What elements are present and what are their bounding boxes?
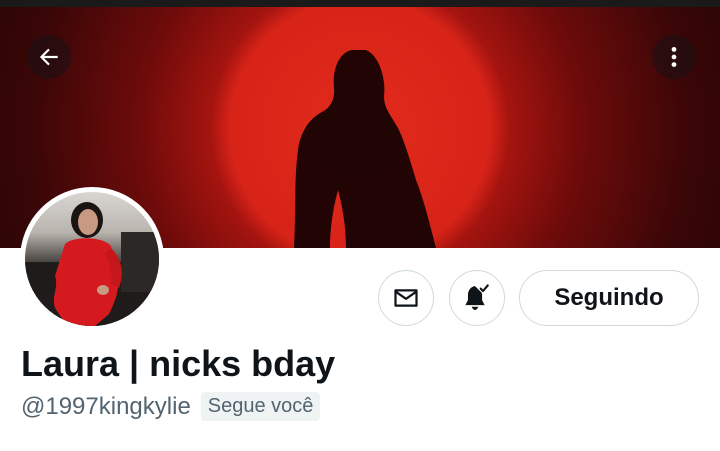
avatar-photo [25, 192, 159, 326]
back-button[interactable] [27, 35, 71, 79]
display-name: Laura | nicks bday [21, 343, 336, 384]
follows-you-badge: Segue você [200, 392, 321, 421]
arrow-left-icon [39, 48, 58, 66]
following-button[interactable]: Seguindo [519, 270, 699, 326]
handle-row: @1997kingkylie Segue você [21, 392, 321, 421]
notifications-button[interactable] [449, 270, 505, 326]
envelope-icon [394, 289, 418, 307]
more-options-button[interactable] [652, 35, 696, 79]
avatar-figure [25, 202, 159, 326]
bell-check-icon [465, 284, 489, 311]
user-handle: @1997kingkylie [21, 392, 191, 420]
avatar[interactable] [20, 187, 164, 331]
more-vertical-icon [671, 47, 677, 67]
message-button[interactable] [378, 270, 434, 326]
